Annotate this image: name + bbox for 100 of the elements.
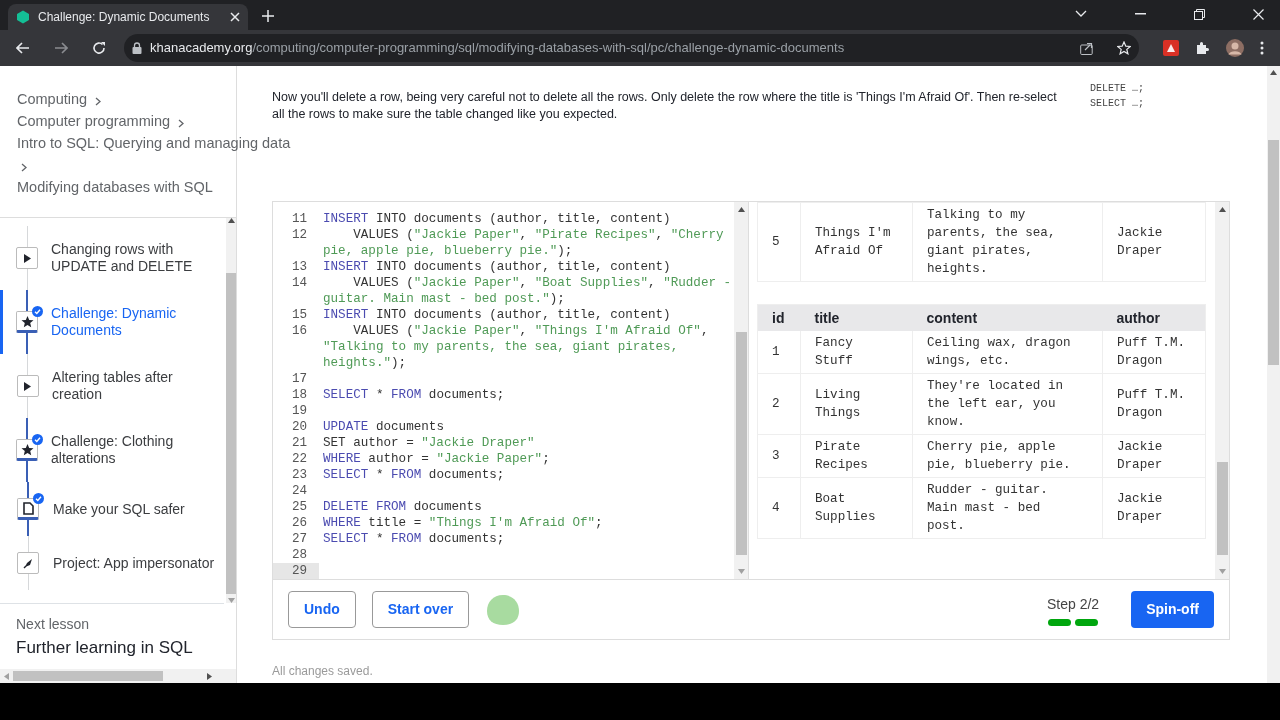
table-cell: Jackie Draper [1102, 477, 1206, 539]
scroll-thumb[interactable] [735, 332, 747, 555]
chevron-right-icon [178, 119, 185, 128]
code-line[interactable]: VALUES ("Jackie Paper", "Boat Supplies", "Rudder - guitar. Main mast - bed post."); [319, 275, 734, 307]
lesson-item[interactable]: Challenge: Clothing alterations [0, 418, 226, 483]
table-cell: 2 [757, 373, 801, 435]
code-line[interactable]: UPDATE documents [319, 419, 734, 435]
code-line[interactable]: INSERT INTO documents (author, title, content) [319, 307, 734, 323]
lesson-item[interactable]: Make your SQL safer [0, 482, 226, 537]
scroll-thumb[interactable] [1268, 140, 1279, 365]
spin-off-button[interactable]: Spin-off [1131, 591, 1214, 628]
line-number: 25 [290, 499, 308, 515]
scrollbar[interactable] [1215, 202, 1229, 579]
pdf-extension-icon[interactable] [1163, 40, 1179, 56]
lesson-item[interactable]: Changing rows with UPDATE and DELETE [0, 226, 226, 291]
line-number: 12 [290, 227, 308, 244]
table-cell: Cherry pie, apple pie, blueberry pie. [912, 434, 1103, 478]
code-line[interactable]: DELETE FROM documents [319, 499, 734, 515]
table-cell: Boat Supplies [800, 477, 913, 539]
scrollbar[interactable] [734, 202, 748, 579]
scroll-down-icon [1218, 569, 1226, 574]
save-status: All changes saved. [272, 663, 374, 680]
column-header: id [757, 304, 801, 331]
table-cell: Pirate Recipes [800, 434, 913, 478]
document-icon [20, 500, 36, 516]
back-icon[interactable] [16, 42, 30, 54]
code-line[interactable]: WHERE author = "Jackie Paper"; [319, 451, 734, 467]
address-field[interactable]: khanacademy.org/computing/computer-programming/sql/modifying-databases-with-sql/pc/challenge-dynamic-documents [124, 34, 1139, 62]
reload-icon[interactable] [92, 41, 106, 55]
code-line[interactable]: INSERT INTO documents (author, title, content) [319, 211, 734, 227]
line-number: 18 [290, 387, 308, 403]
chevron-right-icon [95, 97, 102, 106]
close-icon[interactable] [1253, 8, 1264, 20]
line-number: 14 [290, 275, 308, 292]
star-icon [19, 313, 35, 329]
restore-icon[interactable] [1194, 8, 1205, 20]
blob-avatar-icon [485, 592, 522, 627]
code-line[interactable]: SELECT * FROM documents; [319, 467, 734, 483]
scroll-up-icon [1270, 70, 1277, 75]
breadcrumb-link[interactable]: Computing [17, 91, 88, 107]
table-cell: Living Things [800, 373, 913, 435]
puzzle-icon[interactable] [1195, 40, 1210, 56]
code-line[interactable]: INSERT INTO documents (author, title, content) [319, 259, 734, 275]
table-cell: 4 [757, 477, 801, 539]
breadcrumb-link[interactable]: Computer programming [17, 113, 171, 129]
code-line[interactable]: WHERE title = "Things I'm Afraid Of"; [319, 515, 734, 531]
code-line[interactable]: SELECT * FROM documents; [319, 387, 734, 403]
table-cell: 3 [757, 434, 801, 478]
breadcrumb-link[interactable]: Modifying databases with SQL [17, 179, 213, 195]
table-cell: They're located in the left ear, you know. [912, 373, 1103, 435]
lesson-item[interactable]: Challenge: Dynamic Documents [0, 290, 226, 355]
code-line[interactable]: SET author = "Jackie Draper" [319, 435, 734, 451]
line-number: 19 [290, 403, 308, 419]
line-number: 17 [290, 371, 308, 387]
star-icon[interactable] [1117, 41, 1131, 55]
table-cell: Puff T.M. Dragon [1102, 373, 1206, 435]
line-number: 28 [290, 547, 308, 563]
share-icon[interactable] [1080, 41, 1093, 55]
code-hint: DELETE …; [1090, 82, 1144, 96]
scrollbar[interactable] [0, 669, 236, 683]
next-lesson-label: Next lesson [16, 615, 91, 635]
profile-avatar-icon[interactable] [1226, 39, 1244, 57]
next-lesson-link[interactable]: Further learning in SQL [16, 635, 208, 661]
scroll-thumb[interactable] [1216, 462, 1228, 555]
line-number: 24 [290, 483, 308, 499]
line-number: 22 [290, 451, 308, 467]
code-hint: SELECT …; [1090, 97, 1144, 111]
lesson-item[interactable]: Project: App impersonator [0, 536, 226, 591]
scrollbar[interactable] [226, 218, 236, 604]
line-number: 11 [290, 211, 308, 227]
line-number: 27 [290, 531, 308, 547]
more-menu-icon[interactable] [1260, 41, 1264, 55]
line-number: 20 [290, 419, 308, 435]
scrollbar[interactable] [1267, 66, 1280, 683]
new-tab-icon[interactable] [262, 10, 274, 22]
line-number: 16 [290, 323, 308, 340]
table-cell: 5 [757, 202, 801, 282]
scroll-thumb[interactable] [13, 671, 163, 682]
lesson-item[interactable]: Altering tables after creation [0, 354, 226, 419]
scroll-up-icon [1218, 207, 1226, 212]
table-cell: Rudder - guitar. Main mast - bed post. [912, 477, 1103, 539]
line-number: 23 [290, 467, 308, 483]
code-line[interactable]: VALUES ("Jackie Paper", "Things I'm Afraid Of", "Talking to my parents, the sea, giant pirates, heights."); [319, 323, 734, 371]
scroll-up-icon [737, 207, 745, 212]
breadcrumb-link[interactable]: Intro to SQL: Querying and managing data [17, 135, 291, 151]
scroll-down-icon [737, 569, 745, 574]
scroll-right-icon [207, 672, 212, 680]
start-over-button[interactable]: Start over [371, 591, 470, 628]
scroll-thumb[interactable] [226, 273, 236, 595]
minimize-icon[interactable] [1135, 13, 1146, 15]
step-label: Step 2/2 [1046, 594, 1100, 614]
code-line[interactable]: VALUES ("Jackie Paper", "Pirate Recipes", "Cherry pie, apple pie, blueberry pie."); [319, 227, 734, 259]
chevron-down-icon[interactable] [1075, 10, 1087, 18]
scroll-down-icon [227, 598, 235, 604]
code-line[interactable]: SELECT * FROM documents; [319, 531, 734, 547]
close-icon[interactable] [230, 12, 240, 22]
browser-tab[interactable]: Challenge: Dynamic Documents [8, 4, 248, 30]
forward-icon[interactable] [54, 42, 68, 54]
instructions: Now you'll delete a row, being very careful not to delete all the rows. Only delete the row where the title is 'Things I'm Afraid Of'. Then re-select all the rows to make sure the table changed like you expected. [272, 89, 1058, 123]
undo-button[interactable]: Undo [288, 591, 356, 628]
